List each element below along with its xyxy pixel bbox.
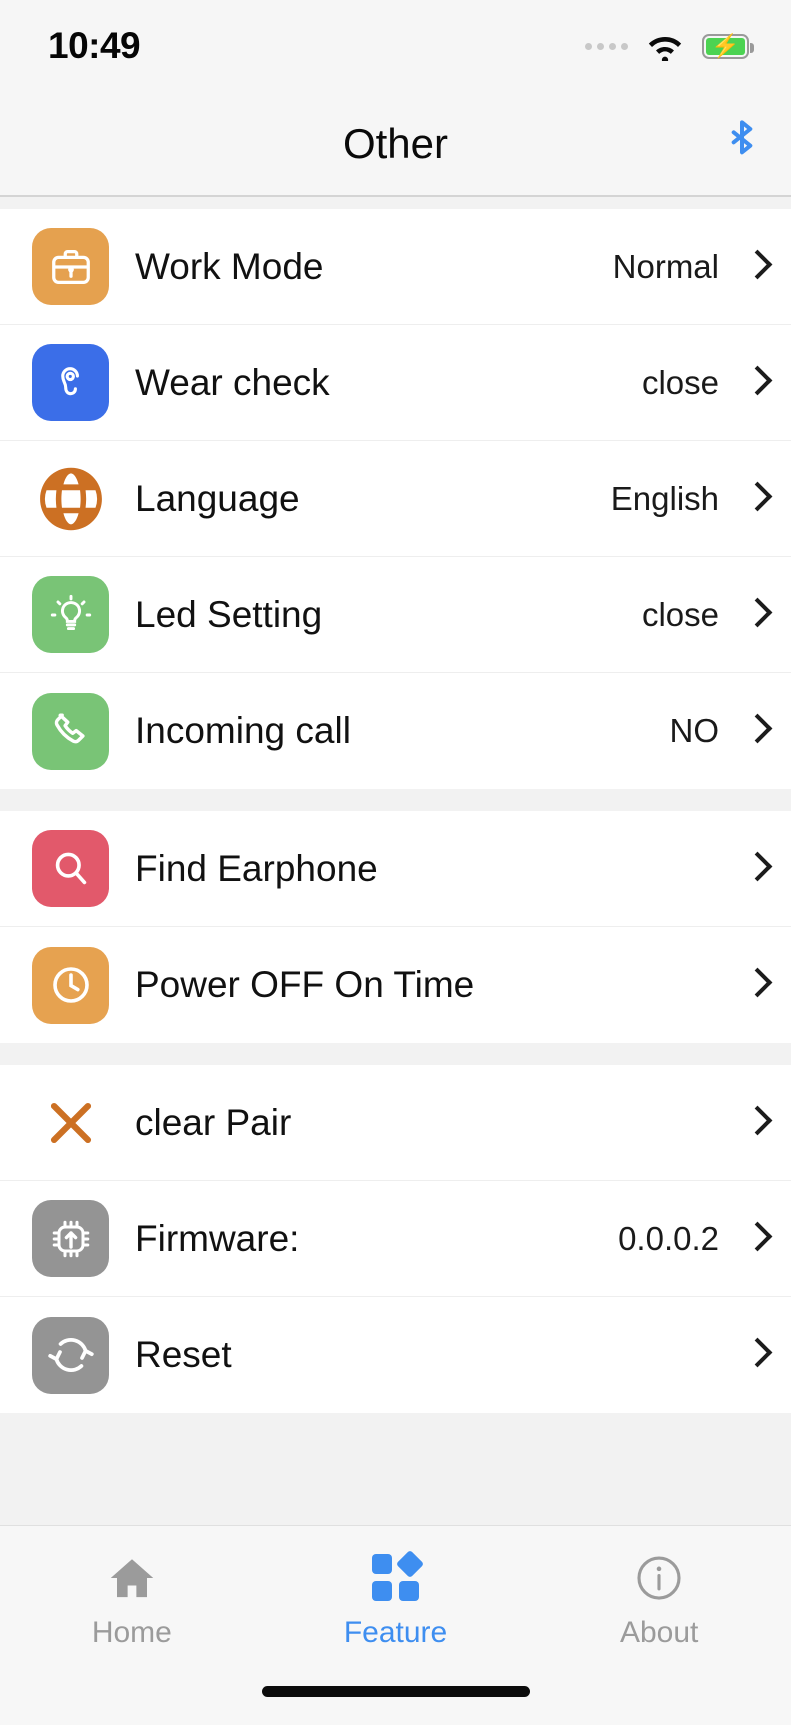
- info-circle-icon: [634, 1552, 684, 1604]
- row-value: close: [641, 363, 719, 401]
- ear-icon: [32, 344, 109, 421]
- chevron-right-icon: [745, 364, 769, 402]
- row-work-mode[interactable]: Work Mode Normal: [0, 209, 791, 325]
- row-label: Work Mode: [135, 245, 324, 287]
- home-indicator[interactable]: [261, 1686, 530, 1697]
- row-language[interactable]: Language English: [0, 441, 791, 557]
- row-incoming-call[interactable]: Incoming call NO: [0, 673, 791, 789]
- grid-blocks-icon: [371, 1549, 424, 1604]
- page-title: Other: [342, 119, 449, 167]
- row-label: Find Earphone: [135, 847, 378, 889]
- chevron-right-icon: [745, 480, 769, 518]
- row-label: Power OFF On Time: [135, 964, 475, 1005]
- row-led-setting[interactable]: Led Setting close: [0, 557, 791, 673]
- close-x-icon: [32, 1084, 109, 1161]
- chevron-right-icon: [745, 596, 769, 634]
- row-value: English: [610, 479, 719, 517]
- chevron-right-icon: [745, 966, 769, 1004]
- row-label: Wear check: [135, 361, 330, 403]
- status-icons: ⚡: [585, 31, 754, 61]
- refresh-icon: [32, 1316, 109, 1394]
- lightbulb-icon: [32, 576, 109, 653]
- row-label: Reset: [135, 1334, 232, 1375]
- row-label: Incoming call: [135, 710, 351, 751]
- row-clear-pair[interactable]: clear Pair: [0, 1065, 791, 1181]
- row-label: Led Setting: [135, 593, 323, 635]
- nav-bar: Other: [0, 92, 791, 197]
- home-icon: [107, 1552, 157, 1604]
- row-label: Language: [135, 477, 300, 519]
- row-value: NO: [669, 712, 720, 749]
- phone-icon: [32, 692, 109, 770]
- chip-upload-icon: [32, 1200, 109, 1277]
- row-power-off-on-time[interactable]: Power OFF On Time: [0, 927, 791, 1043]
- battery-charging-icon: ⚡: [702, 32, 754, 59]
- status-time: 10:49: [48, 25, 141, 66]
- chevron-right-icon: [745, 1336, 769, 1374]
- row-firmware[interactable]: Firmware: 0.0.0.2: [0, 1181, 791, 1297]
- settings-list[interactable]: Work Mode Normal Wear check close Langua…: [0, 197, 791, 1525]
- status-bar: 10:49 ⚡: [0, 0, 791, 92]
- row-find-earphone[interactable]: Find Earphone: [0, 811, 791, 927]
- chevron-right-icon: [745, 1104, 769, 1142]
- row-wear-check[interactable]: Wear check close: [0, 325, 791, 441]
- bluetooth-icon[interactable]: [715, 117, 769, 171]
- wifi-icon: [648, 36, 682, 61]
- clock-icon: [32, 946, 109, 1024]
- row-value: Normal: [612, 247, 719, 285]
- row-value: 0.0.0.2: [618, 1219, 719, 1257]
- tab-label: About: [619, 1616, 699, 1649]
- settings-group: Find Earphone Power OFF On Time: [0, 811, 791, 1043]
- tab-label: Home: [91, 1616, 172, 1649]
- briefcase-icon: [32, 228, 109, 305]
- chevron-right-icon: [745, 248, 769, 286]
- tab-feature[interactable]: Feature: [264, 1549, 528, 1650]
- tab-about[interactable]: About: [527, 1552, 791, 1650]
- app-screen: 10:49 ⚡ Other Work Mode Normal Wear chec…: [0, 0, 791, 1725]
- tab-home[interactable]: Home: [0, 1552, 264, 1650]
- row-value: close: [641, 595, 719, 633]
- row-reset[interactable]: Reset: [0, 1297, 791, 1413]
- globe-icon: [32, 460, 109, 537]
- row-label: Firmware:: [135, 1217, 300, 1259]
- settings-group: Work Mode Normal Wear check close Langua…: [0, 209, 791, 789]
- chevron-right-icon: [745, 850, 769, 888]
- battery-bolt-icon: ⚡: [711, 32, 740, 59]
- chevron-right-icon: [745, 1220, 769, 1258]
- row-label: clear Pair: [135, 1101, 292, 1143]
- tab-label: Feature: [343, 1616, 448, 1649]
- settings-group: clear Pair Firmware: 0.0.0.2 Reset: [0, 1065, 791, 1413]
- signal-dots-icon: [585, 42, 628, 50]
- chevron-right-icon: [745, 712, 769, 750]
- magnifier-icon: [32, 830, 109, 907]
